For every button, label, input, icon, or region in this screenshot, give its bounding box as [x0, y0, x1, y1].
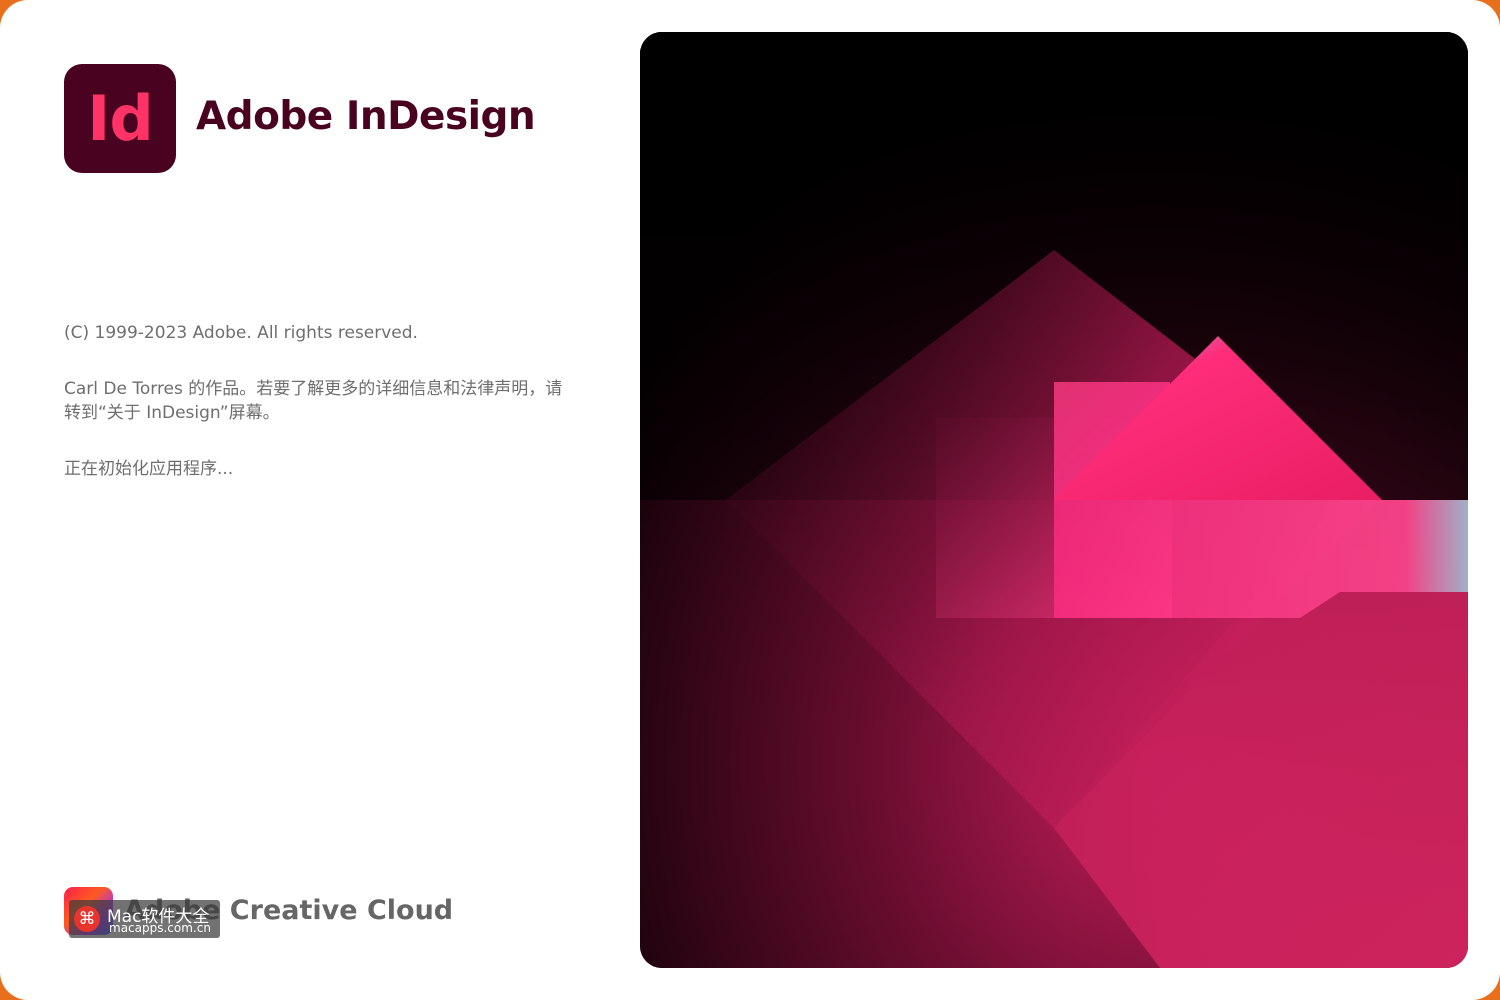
watermark-badge-icon: ⌘ [74, 906, 100, 932]
app-title: Adobe InDesign [196, 94, 536, 139]
splash-window: Id Adobe InDesign (C) 1999-2023 Adobe. A… [0, 0, 1500, 1000]
loading-status-text: 正在初始化应用程序... [64, 459, 234, 479]
artwork-credit-text: Carl De Torres 的作品。若要了解更多的详细信息和法律声明，请转到“… [64, 379, 563, 423]
indesign-app-icon: Id [64, 64, 176, 173]
app-icon-label: Id [87, 82, 153, 155]
splash-artwork [640, 32, 1468, 968]
copyright-text: (C) 1999-2023 Adobe. All rights reserved… [64, 323, 418, 343]
watermark-url: macapps.com.cn [109, 921, 211, 935]
watermark-overlay: ⌘ Mac软件大全 macapps.com.cn [69, 900, 220, 938]
splash-artwork-graphic [640, 32, 1468, 968]
